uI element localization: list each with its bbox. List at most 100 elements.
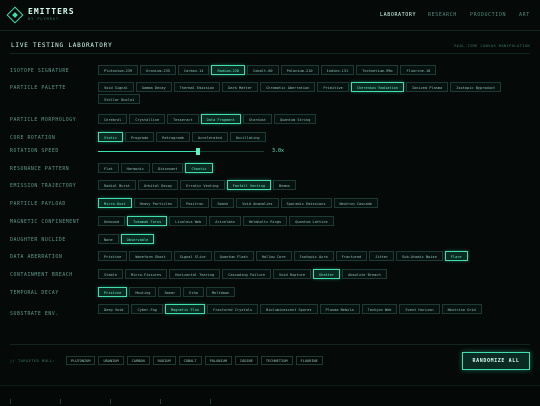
option-chip[interactable]: Cobalt-60 [247, 65, 279, 75]
option-chip[interactable]: Linoleus Web [169, 216, 208, 226]
option-chip[interactable]: Event Horizon [399, 304, 440, 314]
option-chip[interactable]: Primitive [317, 82, 349, 92]
option-chip[interactable]: Radium-226 [211, 65, 246, 75]
option-chip[interactable]: Plasma Nebula [319, 304, 360, 314]
option-chip[interactable]: Pristine [98, 251, 128, 261]
targeted-chip[interactable]: PLUTONIUM [66, 356, 96, 365]
option-chip[interactable]: Horizontal Tearing [169, 269, 221, 279]
option-chip[interactable]: Neutrino Grid [441, 304, 482, 314]
option-chip[interactable]: Uranium-235 [140, 65, 176, 75]
option-chip[interactable]: None [98, 234, 119, 244]
option-chip[interactable]: Stable [98, 269, 123, 279]
option-chip[interactable]: Ionized Plasma [405, 82, 449, 92]
option-chip[interactable]: Stardust [242, 114, 273, 124]
option-chip[interactable]: Deep Void [98, 304, 130, 314]
option-chip[interactable]: Prograde [124, 132, 155, 142]
option-chip[interactable]: Polonium-210 [280, 65, 319, 75]
option-chip[interactable]: Meltdown [205, 287, 236, 297]
option-chip[interactable]: Smash [211, 198, 235, 208]
option-chip[interactable]: Carbon-14 [177, 65, 210, 75]
targeted-chip[interactable]: COBALT [178, 356, 202, 365]
option-chip[interactable]: Flare [444, 251, 468, 261]
option-chip[interactable]: Micro-Fissures [124, 269, 168, 279]
option-chip[interactable]: Isotopic Aura [293, 251, 334, 261]
option-chip[interactable]: Dissonant [151, 163, 184, 173]
option-chip[interactable]: Ariveldan [209, 216, 241, 226]
option-chip[interactable]: Flat [98, 163, 119, 173]
option-chip[interactable]: Cherenkov Radiation [350, 82, 404, 92]
option-chip[interactable]: Tachyon Web [361, 304, 398, 314]
option-chip[interactable]: Quantum Lattice [289, 216, 334, 226]
option-chip[interactable]: Waveform Ghost [129, 251, 172, 261]
targeted-chip[interactable]: IODINE [234, 356, 258, 365]
option-chip[interactable]: Cyber-Fog [131, 304, 163, 314]
option-chip[interactable]: Technetium-99m [356, 65, 399, 75]
option-chip[interactable]: Fractured Crystals [207, 304, 259, 314]
option-chip[interactable]: Cerebral [98, 114, 128, 124]
option-chip[interactable]: Smear [158, 287, 182, 297]
option-chip[interactable]: Orbital Decay [137, 180, 179, 190]
option-chip[interactable]: Pristine [98, 287, 128, 297]
option-chip[interactable]: Tokamak Torus [127, 216, 168, 226]
option-chip[interactable]: Static [98, 132, 123, 142]
rotation-speed-slider[interactable] [98, 148, 264, 155]
targeted-chip[interactable]: POLONIUM [204, 356, 232, 365]
option-chip[interactable]: Jitter [369, 251, 395, 261]
option-chip[interactable]: Neutron Cascade [333, 198, 378, 208]
option-chip[interactable]: Hollow Core [255, 251, 292, 261]
targeted-chip[interactable]: FLUORINE [295, 356, 323, 365]
option-chip[interactable]: Sporadic Emissions [280, 198, 332, 208]
option-chip[interactable]: Stellar Nuclei [98, 94, 141, 104]
targeted-chip[interactable]: RADIUM [152, 356, 176, 365]
option-chip[interactable]: Retrograde [156, 132, 190, 142]
option-chip[interactable]: Magnetic Flux [164, 304, 206, 314]
option-chip[interactable]: Data Fragment [200, 114, 241, 124]
option-chip[interactable]: Void Signal [98, 82, 134, 92]
option-chip[interactable]: Chromatic Aberration [260, 82, 316, 92]
option-chip[interactable]: Erratic Venting [180, 180, 225, 190]
option-chip[interactable]: Plutonium-239 [98, 65, 139, 75]
option-chip[interactable]: Bioluminescent Spores [260, 304, 318, 314]
nav-research[interactable]: RESEARCH [428, 12, 457, 18]
option-chip[interactable]: Heavy Particles [133, 198, 179, 208]
option-chip[interactable]: Shatter [313, 269, 341, 279]
nav-laboratory[interactable]: LABORATORY [380, 12, 416, 18]
option-chip[interactable]: Chaotic [185, 163, 213, 173]
option-chip[interactable]: Void Anomalies [236, 198, 279, 208]
option-chip[interactable]: Positron [180, 198, 210, 208]
option-chip[interactable]: Fluorine-18 [400, 65, 437, 75]
option-chip[interactable]: Void Rupture [273, 269, 311, 279]
option-chip[interactable]: Signal Slice [173, 251, 212, 261]
option-chip[interactable]: Radial Burst [98, 180, 136, 190]
option-chip[interactable]: Thermal Emission [173, 82, 221, 92]
option-chip[interactable]: Oscillating [229, 132, 266, 142]
randomize-all-button[interactable]: RANDOMIZE ALL [462, 352, 530, 370]
option-chip[interactable]: Tesseract [167, 114, 199, 124]
option-chip[interactable]: Harmonic [120, 163, 150, 173]
option-chip[interactable]: Helmholtz Rings [242, 216, 288, 226]
option-chip[interactable]: Mouting [129, 287, 157, 297]
option-chip[interactable]: Fractured [335, 251, 368, 261]
option-chip[interactable]: Isotopic Byproduct [450, 82, 502, 92]
targeted-chip[interactable]: URANIUM [98, 356, 124, 365]
option-chip[interactable]: Cascading Failure [222, 269, 272, 279]
nav-production[interactable]: PRODUCTION [470, 12, 506, 18]
option-chip[interactable]: Crystalline [129, 114, 166, 124]
option-chip[interactable]: Iodine-131 [320, 65, 355, 75]
option-chip[interactable]: Unbound [98, 216, 126, 226]
option-chip[interactable]: Gamma Decay [135, 82, 172, 92]
option-chip[interactable]: Fanfall Venting [226, 180, 272, 190]
option-chip[interactable]: Dark Matter [222, 82, 259, 92]
option-chip[interactable]: Quantum Flash [213, 251, 254, 261]
slider-thumb[interactable] [195, 148, 200, 155]
targeted-chip[interactable]: CARBON [126, 356, 150, 365]
nav-art[interactable]: ART [519, 12, 530, 18]
option-chip[interactable]: Echo [183, 287, 204, 297]
targeted-chip[interactable]: TECHNETIUM [260, 356, 293, 365]
option-chip[interactable]: Sub-Atomic Noise [396, 251, 443, 261]
option-chip[interactable]: Micro-Dust [98, 198, 132, 208]
option-chip[interactable]: Accelerated [191, 132, 228, 142]
option-chip[interactable]: Absolute Breach [342, 269, 387, 279]
option-chip[interactable]: Observable [120, 234, 155, 244]
option-chip[interactable]: Quantum String [274, 114, 317, 124]
